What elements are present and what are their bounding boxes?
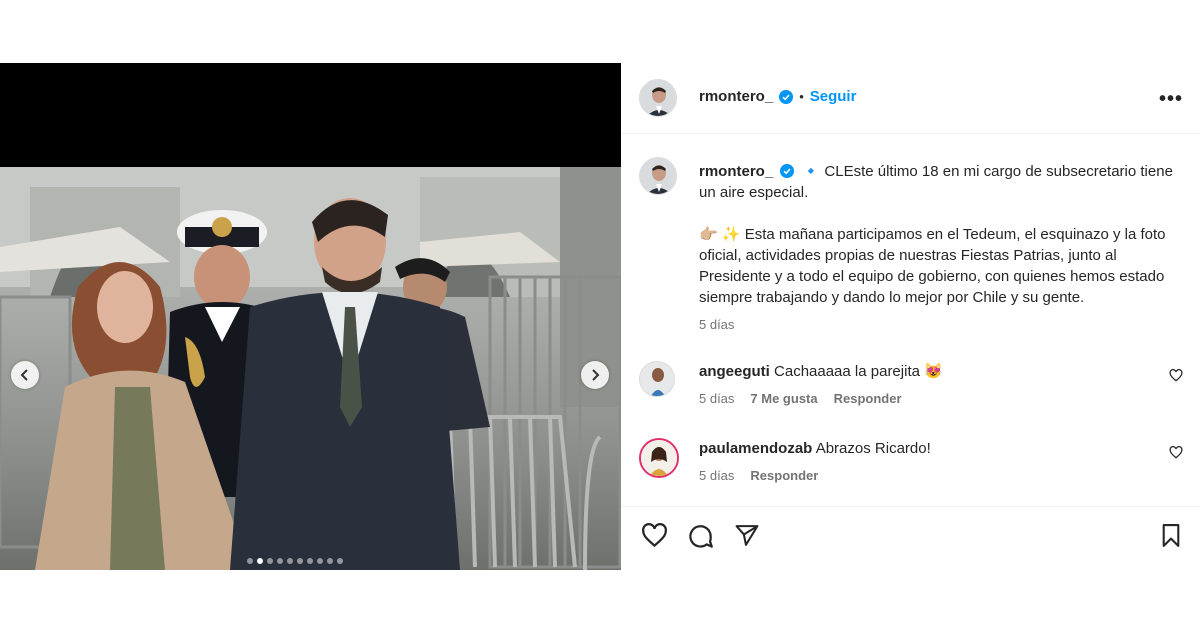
follow-button[interactable]: Seguir [810,88,857,105]
commenter-avatar[interactable] [639,361,675,397]
post-caption: rmontero_ 🔹 CLEste último 18 en mi cargo… [699,161,1179,335]
caption-avatar[interactable] [639,157,677,195]
post-photo[interactable] [0,167,621,570]
heart-icon[interactable] [1169,369,1183,382]
carousel-dot [277,558,283,564]
header-user-row: rmontero_ • Seguir [699,88,856,105]
bookmark-icon[interactable] [1160,523,1182,548]
avatar-image [641,440,677,476]
caption-line-2: 👉🏼 ✨ Esta mañana participamos en el Tede… [699,226,1166,306]
comment-text: angeeguti Cachaaaaa la parejita 😻 [699,361,943,382]
comment-time: 5 días [699,391,735,406]
carousel-prev-button[interactable] [11,361,39,389]
comment-likes[interactable]: 7 Me gusta [750,391,817,406]
author-avatar[interactable] [639,79,677,117]
carousel-dot [267,558,273,564]
comment-time: 5 días [699,468,735,483]
photo-illustration [0,167,621,570]
caption-time: 5 días [699,317,735,332]
more-options-icon[interactable]: ••• [1159,88,1183,111]
carousel-dot [317,558,323,564]
commenter-avatar[interactable] [639,438,679,478]
carousel-dot [257,558,263,564]
post-media [0,63,621,570]
comment-body: Abrazos Ricardo! [815,440,931,457]
comment-text: paulamendozab Abrazos Ricardo! [699,438,931,459]
carousel-dot [327,558,333,564]
post-side-panel: rmontero_ • Seguir ••• rmontero_ 🔹 CLEst… [621,63,1200,570]
paper-plane-icon[interactable] [734,523,760,548]
comment-reply-button[interactable]: Responder [750,468,818,483]
avatar-image [640,80,676,116]
author-username[interactable]: rmontero_ [699,88,773,105]
avatar-image [640,158,676,194]
caption-prefix: 🔹 [801,163,825,180]
post-header: rmontero_ • Seguir ••• [621,63,1200,134]
post-actions-bar [621,506,1200,570]
caption-username[interactable]: rmontero_ [699,163,773,180]
carousel-dot [247,558,253,564]
comment-meta: 5 días 7 Me gusta Responder [699,391,902,406]
avatar-image [640,362,674,396]
comment-bubble-icon[interactable] [687,523,714,550]
carousel-dots [247,558,343,564]
chevron-left-icon [20,369,28,381]
comment-reply-button[interactable]: Responder [834,391,902,406]
comment-meta: 5 días Responder [699,468,818,483]
verified-badge-icon [780,164,795,178]
comment-username[interactable]: paulamendozab [699,440,812,457]
carousel-dot [297,558,303,564]
heart-icon[interactable] [1169,446,1183,459]
comment-username[interactable]: angeeguti [699,363,770,380]
chevron-right-icon [592,369,600,381]
header-separator: • [799,89,804,104]
carousel-dot [307,558,313,564]
carousel-dot [287,558,293,564]
verified-badge-icon [779,89,794,104]
carousel-next-button[interactable] [581,361,609,389]
comment-body: Cachaaaaa la parejita 😻 [774,363,943,380]
heart-icon[interactable] [641,523,668,548]
carousel-dot [337,558,343,564]
